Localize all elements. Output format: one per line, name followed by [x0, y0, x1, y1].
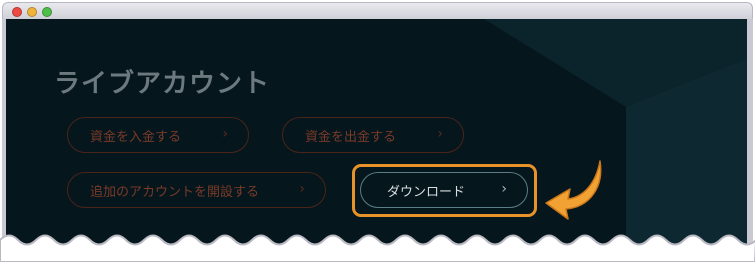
chevron-right-icon: › [437, 126, 443, 142]
chevron-right-icon: › [501, 181, 507, 197]
pointer-arrow-icon [545, 160, 602, 220]
open-additional-account-button[interactable]: 追加のアカウントを開設する › [67, 172, 326, 208]
browser-window: ライブアカウント 資金を入金する › 資金を出金する › 追加のアカウントを開設… [0, 0, 755, 262]
chevron-right-icon: › [299, 181, 305, 197]
chevron-right-icon: › [222, 126, 228, 142]
deposit-funds-label: 資金を入金する [90, 129, 182, 145]
withdraw-funds-label: 資金を出金する [305, 129, 397, 145]
download-label: ダウンロード [387, 184, 466, 200]
withdraw-funds-button[interactable]: 資金を出金する › [282, 117, 464, 153]
maximize-window-button[interactable] [42, 7, 52, 17]
torn-edge-decoration [0, 234, 755, 262]
window-titlebar [2, 2, 753, 19]
minimize-window-button[interactable] [27, 7, 37, 17]
deposit-funds-button[interactable]: 資金を入金する › [67, 117, 249, 153]
page-title: ライブアカウント [54, 69, 271, 99]
download-button[interactable]: ダウンロード › [360, 172, 528, 208]
open-additional-account-label: 追加のアカウントを開設する [90, 184, 260, 200]
close-window-button[interactable] [12, 7, 22, 17]
